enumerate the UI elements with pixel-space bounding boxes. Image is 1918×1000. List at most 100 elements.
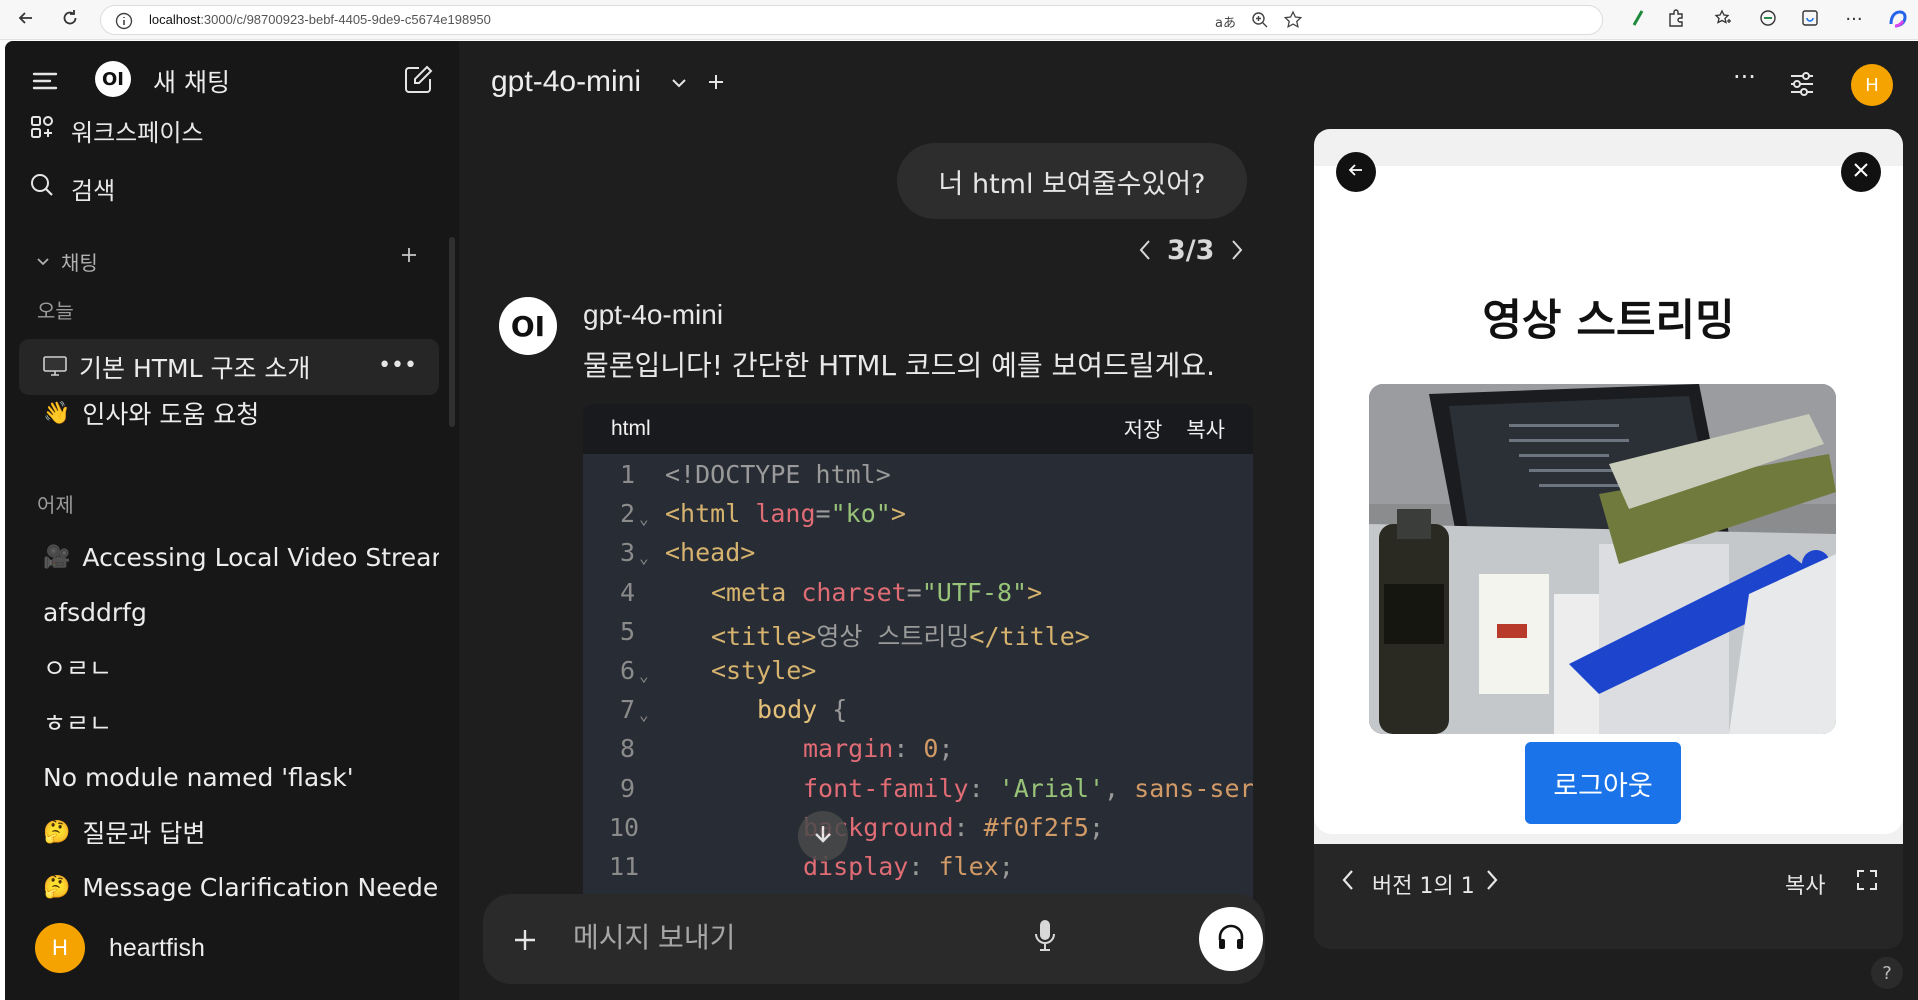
chats-section-label: 채팅 [61, 251, 98, 275]
model-selector[interactable]: gpt-4o-mini [491, 65, 641, 99]
code-text: <style> [711, 656, 817, 685]
close-icon [1851, 160, 1871, 184]
more-icon[interactable]: ··· [1842, 8, 1866, 32]
message-input[interactable] [573, 918, 1043, 958]
chat-item-today-1[interactable]: 👋 인사와 도움 요청 [19, 385, 439, 441]
microphone-icon[interactable] [1033, 918, 1057, 958]
fold-chevron-icon[interactable]: ⌄ [639, 548, 649, 567]
chat-item-label: 기본 HTML 구조 소개 [79, 354, 311, 383]
code-line: 9 font-family: 'Arial', sans-ser [583, 774, 1253, 813]
voice-mode-button[interactable] [1199, 907, 1263, 971]
fullscreen-icon[interactable] [1856, 869, 1878, 897]
code-line: 4 <meta charset="UTF-8"> [583, 578, 1253, 617]
preview-title: 영상 스트리밍 [1482, 296, 1735, 346]
chat-item-yesterday-6[interactable]: 🤔 Message Clarification Neede [19, 859, 439, 915]
shield-icon[interactable] [1756, 8, 1780, 32]
browser-toolbar: localhost:3000/c/98700923-bebf-4405-9de9… [0, 0, 1918, 40]
workspace-label: 워크스페이스 [71, 118, 204, 147]
puzzle-icon[interactable] [1664, 8, 1688, 32]
code-save-button[interactable]: 저장 [1124, 414, 1163, 444]
code-text: <html lang="ko"> [665, 499, 906, 529]
plus-icon[interactable] [513, 928, 537, 956]
more-options-icon[interactable]: ··· [1733, 63, 1756, 91]
code-line: 2 ⌄ <html lang="ko"> [583, 499, 1253, 538]
fold-chevron-icon[interactable]: ⌄ [639, 705, 649, 724]
help-button[interactable]: ? [1871, 957, 1903, 989]
chat-item-yesterday-0[interactable]: 🎥 Accessing Local Video Strear [19, 529, 439, 585]
back-icon[interactable] [14, 8, 38, 32]
preview-copy-button[interactable]: 복사 [1785, 868, 1825, 900]
chat-item-yesterday-5[interactable]: 🤔 질문과 답변 [19, 804, 439, 860]
chevron-right-icon[interactable] [1227, 237, 1247, 267]
chevron-left-icon[interactable] [1338, 867, 1358, 899]
back-button[interactable] [1336, 152, 1376, 192]
chats-section-toggle[interactable]: 채팅 [35, 247, 98, 276]
extension-icon[interactable] [1626, 8, 1650, 32]
url-text: localhost:3000/c/98700923-bebf-4405-9de9… [149, 12, 491, 27]
chat-item-label: No module named 'flask' [43, 762, 354, 792]
browser-essentials-icon[interactable] [1798, 8, 1822, 32]
favorite-icon[interactable] [1283, 10, 1303, 34]
chat-item-label: afsddrfg [43, 597, 147, 627]
line-number: 9 [619, 773, 635, 803]
chat-options-icon[interactable]: ••• [378, 353, 417, 378]
chat-item-yesterday-2[interactable]: ㅇㄹㄴ [19, 639, 439, 695]
code-text: margin: 0; [803, 734, 954, 764]
chat-item-yesterday-3[interactable]: ㅎㄹㄴ [19, 694, 439, 750]
collections-icon[interactable] [1710, 8, 1734, 32]
bot-logo: OI [499, 297, 557, 355]
chevron-right-icon[interactable] [1482, 867, 1502, 899]
fold-chevron-icon[interactable]: ⌄ [639, 509, 649, 528]
arrow-left-icon [1346, 160, 1366, 184]
fold-chevron-icon[interactable]: ⌄ [639, 666, 649, 685]
logout-button[interactable]: 로그아웃 [1525, 742, 1681, 824]
close-button[interactable] [1841, 152, 1881, 192]
openwebui-logo[interactable]: OI [95, 61, 131, 97]
avatar[interactable]: H [1851, 64, 1893, 106]
avatar: H [35, 923, 85, 973]
preview-viewport: 영상 스트리밍 로그아웃 [1314, 129, 1903, 844]
user-profile-button[interactable]: H heartfish [35, 923, 205, 973]
chevron-down-icon [35, 250, 51, 274]
code-editor[interactable]: 1 <!DOCTYPE html> 2 ⌄ <html lang="ko"> 3 ⌄ <hea… [583, 454, 1253, 934]
preview-footer: 버전 1의 1 복사 [1314, 844, 1903, 949]
add-folder-icon[interactable] [399, 245, 419, 269]
line-number: 2 [619, 499, 635, 529]
code-language: html [611, 417, 651, 440]
code-line: 8 margin: 0; [583, 734, 1253, 773]
user-name: heartfish [109, 933, 205, 962]
translate-icon[interactable]: aあ [1215, 12, 1236, 31]
headphones-icon [1216, 922, 1246, 956]
bot-response-text: 물론입니다! 간단한 HTML 코드의 예를 보여드릴게요. [583, 349, 1215, 382]
copilot-icon[interactable] [1886, 8, 1910, 32]
zoom-icon[interactable] [1251, 11, 1269, 33]
address-bar[interactable]: localhost:3000/c/98700923-bebf-4405-9de9… [100, 5, 1603, 35]
sidebar-scrollbar[interactable] [449, 237, 455, 427]
chat-item-yesterday-1[interactable]: afsddrfg [19, 584, 439, 640]
code-line: 1 <!DOCTYPE html> [583, 460, 1253, 499]
reload-icon[interactable] [58, 8, 82, 32]
controls-icon[interactable] [1787, 69, 1817, 103]
sidebar-item-search[interactable]: 검색 [29, 165, 115, 211]
chat-item-emoji: 👋 [43, 400, 71, 426]
new-chat-icon[interactable] [403, 63, 435, 99]
video-stream [1369, 384, 1836, 734]
code-text: <meta charset="UTF-8"> [711, 577, 1043, 607]
code-line: 6 ⌄ <style> [583, 656, 1253, 695]
artifact-preview-panel: 영상 스트리밍 로그아웃 버전 1의 1 복사 [1314, 129, 1903, 949]
add-model-icon[interactable] [705, 71, 727, 97]
menu-icon[interactable] [31, 67, 59, 99]
code-line: 7 ⌄ body { [583, 695, 1253, 734]
code-copy-button[interactable]: 복사 [1186, 414, 1225, 444]
info-icon[interactable] [115, 12, 133, 34]
new-chat-label[interactable]: 새 채팅 [153, 63, 230, 99]
line-number: 3 [619, 538, 635, 568]
sidebar-item-workspace[interactable]: 워크스페이스 [29, 107, 203, 153]
chevron-down-icon[interactable] [669, 73, 689, 97]
code-text: font-family: 'Arial', sans-ser [803, 773, 1253, 803]
code-header: html 저장 복사 [583, 404, 1253, 454]
user-message-bubble: 너 html 보여줄수있어? [897, 143, 1247, 219]
chevron-left-icon[interactable] [1135, 237, 1155, 267]
chat-item-yesterday-4[interactable]: No module named 'flask' [19, 749, 439, 805]
scroll-down-button[interactable] [798, 811, 848, 861]
